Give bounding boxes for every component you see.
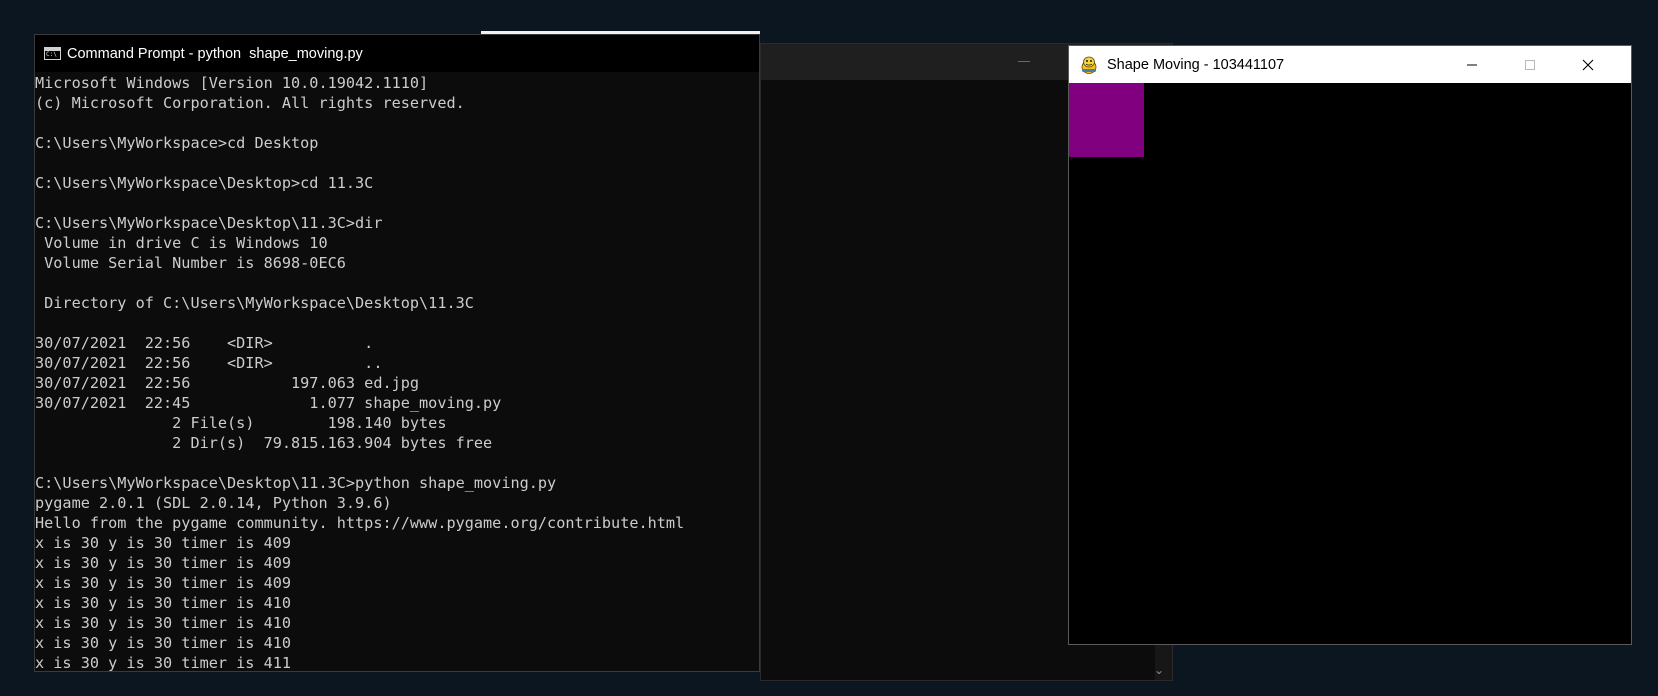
console-line: Volume in drive C is Windows 10 xyxy=(35,234,328,252)
console-line: C:\Users\MyWorkspace\Desktop\11.3C>pytho… xyxy=(35,474,557,492)
maximize-icon xyxy=(1525,59,1535,70)
pygame-snake-icon xyxy=(1081,56,1097,74)
pygame-window[interactable]: Shape Moving - 103441107 xyxy=(1068,45,1632,645)
console-line: (c) Microsoft Corporation. All rights re… xyxy=(35,94,465,112)
console-line: pygame 2.0.1 (SDL 2.0.14, Python 3.9.6) xyxy=(35,494,392,512)
console-line: x is 30 y is 30 timer is 411 xyxy=(35,654,292,672)
command-prompt-window[interactable]: C:\ Command Prompt - python shape_moving… xyxy=(34,34,760,672)
console-line: 30/07/2021 22:56 197.063 ed.jpg xyxy=(35,374,420,392)
console-line: x is 30 y is 30 timer is 409 xyxy=(35,554,292,572)
window-title: Shape Moving - 103441107 xyxy=(1107,56,1285,73)
minimize-button[interactable] xyxy=(1443,46,1501,83)
console-line: x is 30 y is 30 timer is 410 xyxy=(35,614,292,632)
close-button[interactable] xyxy=(1559,46,1617,83)
command-prompt-titlebar[interactable]: C:\ Command Prompt - python shape_moving… xyxy=(35,35,759,72)
console-line: Volume Serial Number is 8698-0EC6 xyxy=(35,254,346,272)
console-line: 30/07/2021 22:45 1.077 shape_moving.py xyxy=(35,394,502,412)
minimize-icon[interactable] xyxy=(1018,61,1030,62)
console-line: C:\Users\MyWorkspace>cd Desktop xyxy=(35,134,319,152)
console-line: x is 30 y is 30 timer is 410 xyxy=(35,634,292,652)
pygame-titlebar[interactable]: Shape Moving - 103441107 xyxy=(1069,46,1631,83)
console-line: x is 30 y is 30 timer is 410 xyxy=(35,594,292,612)
console-line: 2 Dir(s) 79.815.163.904 bytes free xyxy=(35,434,493,452)
close-icon xyxy=(1582,59,1594,70)
window-title: Command Prompt - python shape_moving.py xyxy=(67,45,363,62)
console-line: Hello from the pygame community. https:/… xyxy=(35,514,685,532)
console-line: x is 30 y is 30 timer is 409 xyxy=(35,534,292,552)
console-line: C:\Users\MyWorkspace\Desktop\11.3C>dir xyxy=(35,214,383,232)
moving-square xyxy=(1069,83,1144,157)
console-line: 30/07/2021 22:56 <DIR> .. xyxy=(35,354,383,372)
console-line: Directory of C:\Users\MyWorkspace\Deskto… xyxy=(35,294,474,312)
game-canvas[interactable] xyxy=(1069,83,1631,644)
console-line: 2 File(s) 198.140 bytes xyxy=(35,414,447,432)
maximize-button[interactable] xyxy=(1501,46,1559,83)
cmd-icon: C:\ xyxy=(44,47,61,60)
console-line: C:\Users\MyWorkspace\Desktop>cd 11.3C xyxy=(35,174,374,192)
chevron-down-icon[interactable]: ⌄ xyxy=(1154,664,1164,676)
console-line: Microsoft Windows [Version 10.0.19042.11… xyxy=(35,74,429,92)
console-line: x is 30 y is 30 timer is 409 xyxy=(35,574,292,592)
console-line: 30/07/2021 22:56 <DIR> . xyxy=(35,334,374,352)
console-output[interactable]: Microsoft Windows [Version 10.0.19042.11… xyxy=(35,73,759,671)
minimize-icon xyxy=(1467,64,1477,65)
